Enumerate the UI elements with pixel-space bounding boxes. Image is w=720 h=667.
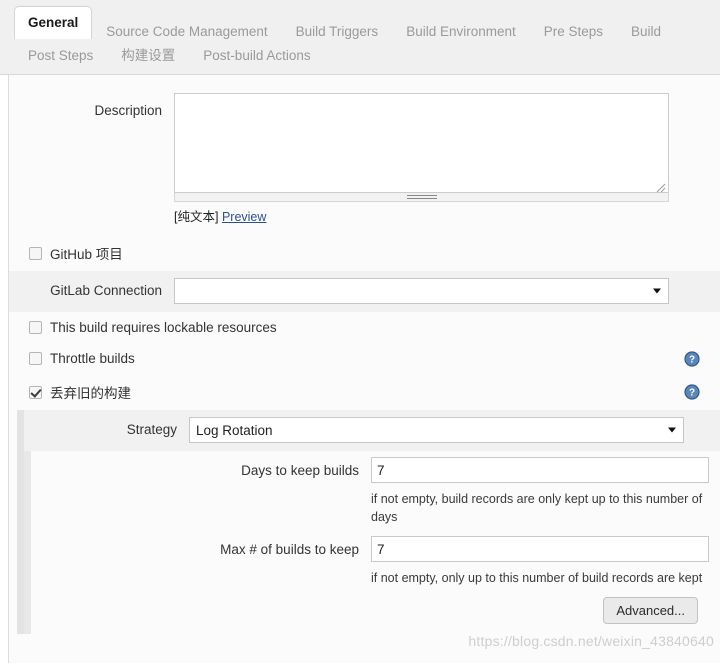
max-builds-to-keep-input[interactable]: [371, 536, 709, 563]
strategy-select[interactable]: Log Rotation: [189, 417, 684, 443]
strategy-row: Strategy Log Rotation: [24, 410, 720, 451]
throttle-builds-row[interactable]: Throttle builds ?: [9, 343, 720, 374]
tab-build-settings[interactable]: 构建设置: [107, 49, 189, 63]
log-rotation-settings: Days to keep builds if not empty, build …: [24, 451, 720, 635]
tab-row-secondary: Post Steps 构建设置 Post-build Actions: [0, 38, 720, 74]
throttle-builds-checkbox[interactable]: [29, 352, 42, 365]
days-to-keep-hint: if not empty, build records are only kep…: [371, 492, 703, 525]
github-project-row[interactable]: GitHub 项目: [9, 235, 720, 271]
lockable-resources-checkbox[interactable]: [29, 321, 42, 334]
help-question-icon[interactable]: ?: [684, 350, 700, 367]
gitlab-connection-select[interactable]: [174, 278, 669, 304]
tab-source-code-management[interactable]: Source Code Management: [92, 24, 281, 39]
max-builds-to-keep-control: if not empty, only up to this number of …: [371, 536, 720, 587]
tab-build-environment[interactable]: Build Environment: [392, 24, 530, 39]
max-builds-to-keep-hint: if not empty, only up to this number of …: [371, 571, 703, 586]
description-control: [纯文本] Preview: [174, 93, 720, 225]
description-preview-line: [纯文本] Preview: [174, 206, 720, 225]
days-to-keep-row: Days to keep builds if not empty, build …: [31, 451, 720, 530]
discard-old-builds-settings: Strategy Log Rotation Days to keep build…: [17, 410, 720, 635]
preview-link[interactable]: Preview: [222, 210, 266, 224]
discard-old-builds-label[interactable]: 丢弃旧的构建: [50, 382, 131, 402]
strategy-label: Strategy: [126, 422, 177, 438]
description-row: Description [纯文本] Preview: [9, 75, 720, 235]
general-config-form: Description [纯文本] Preview GitHub 项目 GitL…: [8, 75, 720, 663]
strategy-control: Log Rotation: [189, 417, 720, 443]
tab-row-primary: General Source Code Management Build Tri…: [0, 0, 720, 39]
max-builds-to-keep-row: Max # of builds to keep if not empty, on…: [31, 530, 720, 591]
chevron-down-icon: [668, 427, 676, 433]
days-to-keep-control: if not empty, build records are only kep…: [371, 457, 720, 526]
lockable-resources-row[interactable]: This build requires lockable resources: [9, 312, 720, 343]
description-resize-bar[interactable]: [174, 193, 669, 202]
config-tab-bar: General Source Code Management Build Tri…: [0, 0, 720, 75]
gitlab-connection-label: GitLab Connection: [50, 283, 162, 299]
tab-post-steps[interactable]: Post Steps: [14, 49, 107, 63]
tab-post-build-actions[interactable]: Post-build Actions: [189, 49, 324, 63]
svg-text:?: ?: [689, 354, 695, 365]
throttle-builds-label[interactable]: Throttle builds: [50, 351, 135, 366]
github-project-checkbox[interactable]: [29, 246, 42, 260]
tab-pre-steps[interactable]: Pre Steps: [530, 24, 617, 39]
advanced-row: Advanced...: [31, 591, 720, 634]
advanced-button[interactable]: Advanced...: [603, 597, 698, 625]
days-to-keep-label: Days to keep builds: [241, 463, 359, 478]
discard-old-builds-checkbox[interactable]: [29, 385, 42, 399]
github-project-label[interactable]: GitHub 项目: [50, 243, 123, 263]
chevron-down-icon: [653, 288, 661, 294]
tab-build-triggers[interactable]: Build Triggers: [282, 24, 393, 39]
max-builds-to-keep-label: Max # of builds to keep: [220, 542, 359, 558]
lockable-resources-label[interactable]: This build requires lockable resources: [50, 320, 277, 335]
description-label: Description: [94, 103, 162, 118]
resize-grip-icon: [406, 195, 437, 199]
description-textarea-wrapper: [174, 93, 669, 193]
svg-text:?: ?: [689, 388, 695, 399]
gitlab-connection-row: GitLab Connection: [9, 271, 720, 312]
strategy-value: Log Rotation: [196, 422, 273, 438]
tab-general[interactable]: General: [14, 5, 93, 39]
description-textarea[interactable]: [174, 93, 669, 193]
help-question-icon[interactable]: ?: [684, 384, 700, 400]
discard-old-builds-row[interactable]: 丢弃旧的构建 ?: [9, 374, 720, 410]
plain-text-marker: [纯文本]: [174, 210, 219, 224]
days-to-keep-input[interactable]: [371, 457, 709, 483]
gitlab-connection-control: [174, 278, 720, 304]
tab-build[interactable]: Build: [617, 24, 675, 39]
